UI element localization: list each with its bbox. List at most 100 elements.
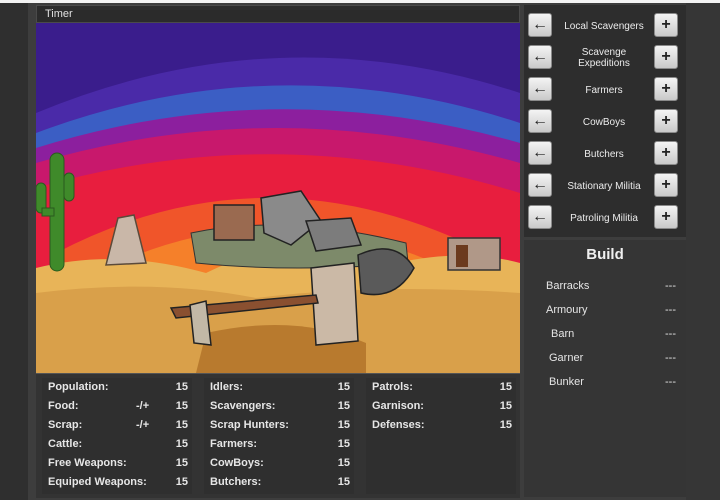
stat-value: 15 — [499, 381, 512, 393]
decrease-local-scavengers-button[interactable]: ← — [528, 13, 552, 37]
stat-value: 15 — [175, 419, 188, 431]
increase-local-scavengers-button[interactable]: + — [654, 13, 678, 37]
stat-label: Cattle: — [48, 438, 83, 450]
stat-row-patrols: Patrols: 15 — [366, 378, 516, 397]
stat-row-free-weapons: Free Weapons: 15 — [42, 454, 192, 473]
food-adjust-control[interactable]: -/+ — [136, 400, 149, 412]
hut — [213, 204, 255, 241]
build-item-barn[interactable]: Barn --- — [524, 324, 686, 348]
window-top-edge — [0, 0, 720, 3]
decrease-cowboys-button[interactable]: ← — [528, 109, 552, 133]
stat-row-idlers: Idlers: 15 — [204, 378, 354, 397]
build-item-armoury[interactable]: Armoury --- — [524, 300, 686, 324]
scrap-adjust-control[interactable]: -/+ — [136, 419, 149, 431]
decrease-scavenge-expeditions-button[interactable]: ← — [528, 45, 552, 69]
plus-icon: + — [661, 80, 671, 97]
worker-row-scavenge-expeditions: ← Scavenge Expeditions + — [524, 42, 686, 74]
build-item-status: --- — [665, 328, 676, 340]
stat-value: 15 — [175, 381, 188, 393]
stat-value: 15 — [175, 476, 188, 488]
worker-row-stationary-militia: ← Stationary Militia + — [524, 170, 686, 202]
build-item-barracks[interactable]: Barracks --- — [524, 276, 686, 300]
worker-label: Farmers — [585, 84, 623, 96]
stat-label: Scrap Hunters: — [210, 419, 289, 431]
stat-value: 15 — [175, 457, 188, 469]
stat-label: Idlers: — [210, 381, 244, 393]
stat-label: Food: — [48, 400, 79, 412]
stats-column-workers: Idlers: 15 Scavengers: 15 Scrap Hunters:… — [204, 378, 354, 494]
stat-value: 15 — [337, 438, 350, 450]
worker-row-local-scavengers: ← Local Scavengers + — [524, 10, 686, 42]
stat-value: 15 — [499, 419, 512, 431]
stat-row-garnison: Garnison: 15 — [366, 397, 516, 416]
build-panel: Build Barracks --- Armoury --- Barn --- … — [524, 240, 686, 497]
stat-label: Population: — [48, 381, 109, 393]
build-item-label: Armoury — [546, 304, 588, 316]
minus-icon: ← — [532, 144, 548, 161]
shed — [447, 237, 501, 271]
worker-label: Stationary Militia — [567, 180, 641, 192]
build-item-garner[interactable]: Garner --- — [524, 348, 686, 372]
worker-assignment-panel: ← Local Scavengers + ← Scavenge Expediti… — [524, 5, 686, 237]
stat-label: Scavengers: — [210, 400, 276, 412]
timer-bar: Timer — [36, 5, 520, 23]
increase-butchers-button[interactable]: + — [654, 141, 678, 165]
minus-icon: ← — [532, 208, 548, 225]
stat-row-food: Food: -/+ 15 — [42, 397, 192, 416]
stat-label: Equiped Weapons: — [48, 476, 147, 488]
stat-label: Free Weapons: — [48, 457, 127, 469]
increase-stationary-militia-button[interactable]: + — [654, 173, 678, 197]
stat-label: Farmers: — [210, 438, 258, 450]
worker-row-farmers: ← Farmers + — [524, 74, 686, 106]
scene-illustration — [36, 23, 520, 373]
signpost — [310, 262, 359, 346]
stat-row-scrap-hunters: Scrap Hunters: 15 — [204, 416, 354, 435]
build-title: Build — [586, 246, 624, 263]
stats-panel: Population: 15 Food: -/+ 15 Scrap: -/+ 1… — [36, 373, 520, 498]
stat-row-defenses: Defenses: 15 — [366, 416, 516, 435]
stat-row-cowboys: CowBoys: 15 — [204, 454, 354, 473]
build-item-bunker[interactable]: Bunker --- — [524, 372, 686, 396]
stat-row-population: Population: 15 — [42, 378, 192, 397]
minus-icon: ← — [532, 80, 548, 97]
stat-label: Patrols: — [372, 381, 413, 393]
decrease-stationary-militia-button[interactable]: ← — [528, 173, 552, 197]
build-item-status: --- — [665, 304, 676, 316]
stat-value: 15 — [337, 400, 350, 412]
worker-label: Scavenge Expeditions — [578, 47, 630, 69]
shed-door — [456, 245, 468, 267]
stat-value: 15 — [337, 476, 350, 488]
decrease-patroling-militia-button[interactable]: ← — [528, 205, 552, 229]
stat-value: 15 — [175, 400, 188, 412]
plus-icon: + — [661, 176, 671, 193]
stat-row-equiped-weapons: Equiped Weapons: 15 — [42, 473, 192, 492]
stat-label: Butchers: — [210, 476, 262, 488]
stat-row-butchers: Butchers: 15 — [204, 473, 354, 492]
stat-label: Scrap: — [48, 419, 83, 431]
decrease-butchers-button[interactable]: ← — [528, 141, 552, 165]
stats-column-defense: Patrols: 15 Garnison: 15 Defenses: 15 — [366, 378, 516, 494]
increase-farmers-button[interactable]: + — [654, 77, 678, 101]
increase-patroling-militia-button[interactable]: + — [654, 205, 678, 229]
worker-row-cowboys: ← CowBoys + — [524, 106, 686, 138]
timer-label: Timer — [45, 8, 73, 20]
worker-row-patroling-militia: ← Patroling Militia + — [524, 202, 686, 234]
stat-value: 15 — [499, 400, 512, 412]
build-item-status: --- — [665, 352, 676, 364]
plus-icon: + — [661, 208, 671, 225]
settlement-scene — [36, 23, 520, 373]
increase-cowboys-button[interactable]: + — [654, 109, 678, 133]
build-item-status: --- — [665, 376, 676, 388]
stat-label: CowBoys: — [210, 457, 264, 469]
stat-row-scavengers: Scavengers: 15 — [204, 397, 354, 416]
plus-icon: + — [661, 48, 671, 65]
increase-scavenge-expeditions-button[interactable]: + — [654, 45, 678, 69]
rock-building — [304, 217, 363, 252]
build-item-label: Garner — [549, 352, 584, 364]
build-item-label: Barn — [551, 328, 575, 340]
stat-label: Defenses: — [372, 419, 425, 431]
decrease-farmers-button[interactable]: ← — [528, 77, 552, 101]
build-item-status: --- — [665, 280, 676, 292]
plus-icon: + — [661, 112, 671, 129]
plus-icon: + — [661, 144, 671, 161]
